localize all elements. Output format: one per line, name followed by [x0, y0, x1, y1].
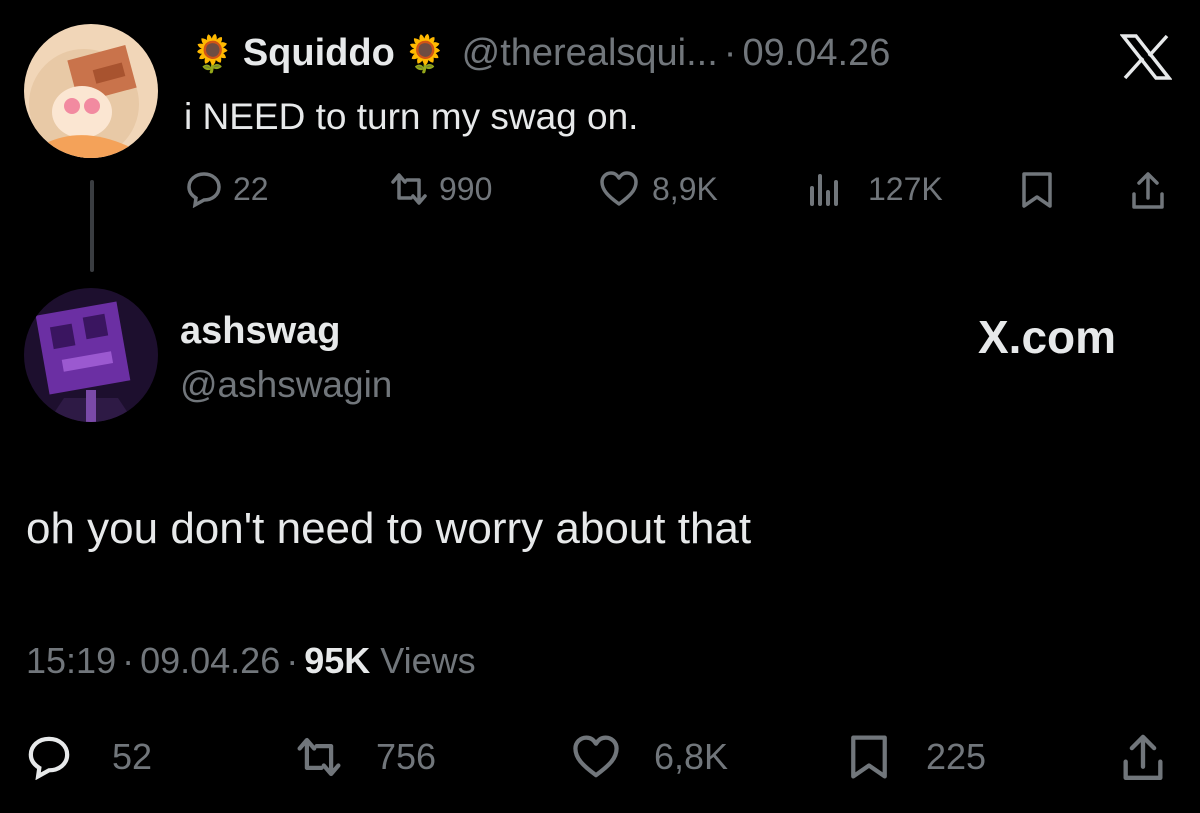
- parent-repost-button[interactable]: 990: [387, 170, 492, 208]
- parent-author-name[interactable]: Squiddo: [243, 32, 395, 75]
- parent-tweet-date: 09.04.26: [742, 32, 891, 74]
- parent-like-count: 8,9K: [652, 170, 718, 207]
- reply-tweet-time: 15:19: [26, 640, 117, 681]
- x-logo-icon[interactable]: [1120, 34, 1172, 80]
- meta-separator: ·: [286, 640, 299, 681]
- parent-bookmark-button[interactable]: [1018, 170, 1056, 210]
- reply-tweet-text: oh you don't need to worry about that: [26, 504, 752, 553]
- parent-share-button[interactable]: [1128, 170, 1168, 212]
- reply-bookmark-button[interactable]: 225: [846, 732, 986, 782]
- parent-repost-count: 990: [439, 170, 493, 207]
- heart-icon: [570, 734, 622, 780]
- parent-tweet-text: i NEED to turn my swag on.: [184, 96, 639, 137]
- bookmark-icon: [1018, 170, 1056, 210]
- repost-icon: [387, 170, 431, 208]
- reply-tweet-meta: 15:19 · 09.04.26 · 95K Views: [26, 640, 476, 682]
- reply-repost-count: 756: [376, 736, 437, 777]
- reply-bookmark-count: 225: [926, 736, 987, 777]
- sunflower-emoji: 🌻: [190, 32, 235, 74]
- reply-share-button[interactable]: [1118, 732, 1168, 784]
- share-icon: [1118, 732, 1168, 784]
- share-icon: [1128, 170, 1168, 212]
- reply-author-handle[interactable]: @ashswagin: [180, 364, 392, 406]
- reply-author-name[interactable]: ashswag: [180, 310, 341, 353]
- meta-separator: ·: [122, 640, 135, 681]
- views-icon: [806, 170, 848, 208]
- squiddo-avatar[interactable]: [24, 24, 158, 158]
- parent-author-handle[interactable]: @therealsqui...: [462, 32, 718, 75]
- parent-views-button[interactable]: 127K: [806, 170, 943, 208]
- sunflower-emoji: 🌻: [402, 32, 448, 74]
- reply-repost-button[interactable]: 756: [292, 734, 436, 780]
- parent-views-count: 127K: [868, 170, 943, 207]
- heart-icon: [598, 170, 640, 208]
- reply-like-count: 6,8K: [654, 736, 729, 777]
- parent-reply-button[interactable]: 22: [185, 170, 269, 208]
- header-separator: ·: [723, 32, 737, 74]
- views-count: 95K: [304, 640, 371, 681]
- reply-tweet-date: 09.04.26: [140, 640, 281, 681]
- reply-icon: [26, 734, 72, 780]
- x-com-watermark: X.com: [978, 311, 1117, 363]
- bookmark-icon: [846, 732, 892, 782]
- repost-icon: [292, 734, 346, 780]
- reply-like-button[interactable]: 6,8K: [570, 734, 728, 780]
- reply-reply-button[interactable]: 52: [26, 734, 152, 780]
- parent-reply-count: 22: [233, 170, 269, 207]
- reply-reply-count: 52: [112, 736, 153, 777]
- ashswag-avatar[interactable]: [24, 288, 158, 422]
- views-label: Views: [380, 640, 476, 681]
- parent-tweet-header: 🌻 Squiddo 🌻 @therealsqui... · 09.04.26: [190, 32, 890, 75]
- parent-like-button[interactable]: 8,9K: [598, 170, 718, 208]
- thread-line: [90, 180, 94, 272]
- reply-icon: [185, 170, 223, 208]
